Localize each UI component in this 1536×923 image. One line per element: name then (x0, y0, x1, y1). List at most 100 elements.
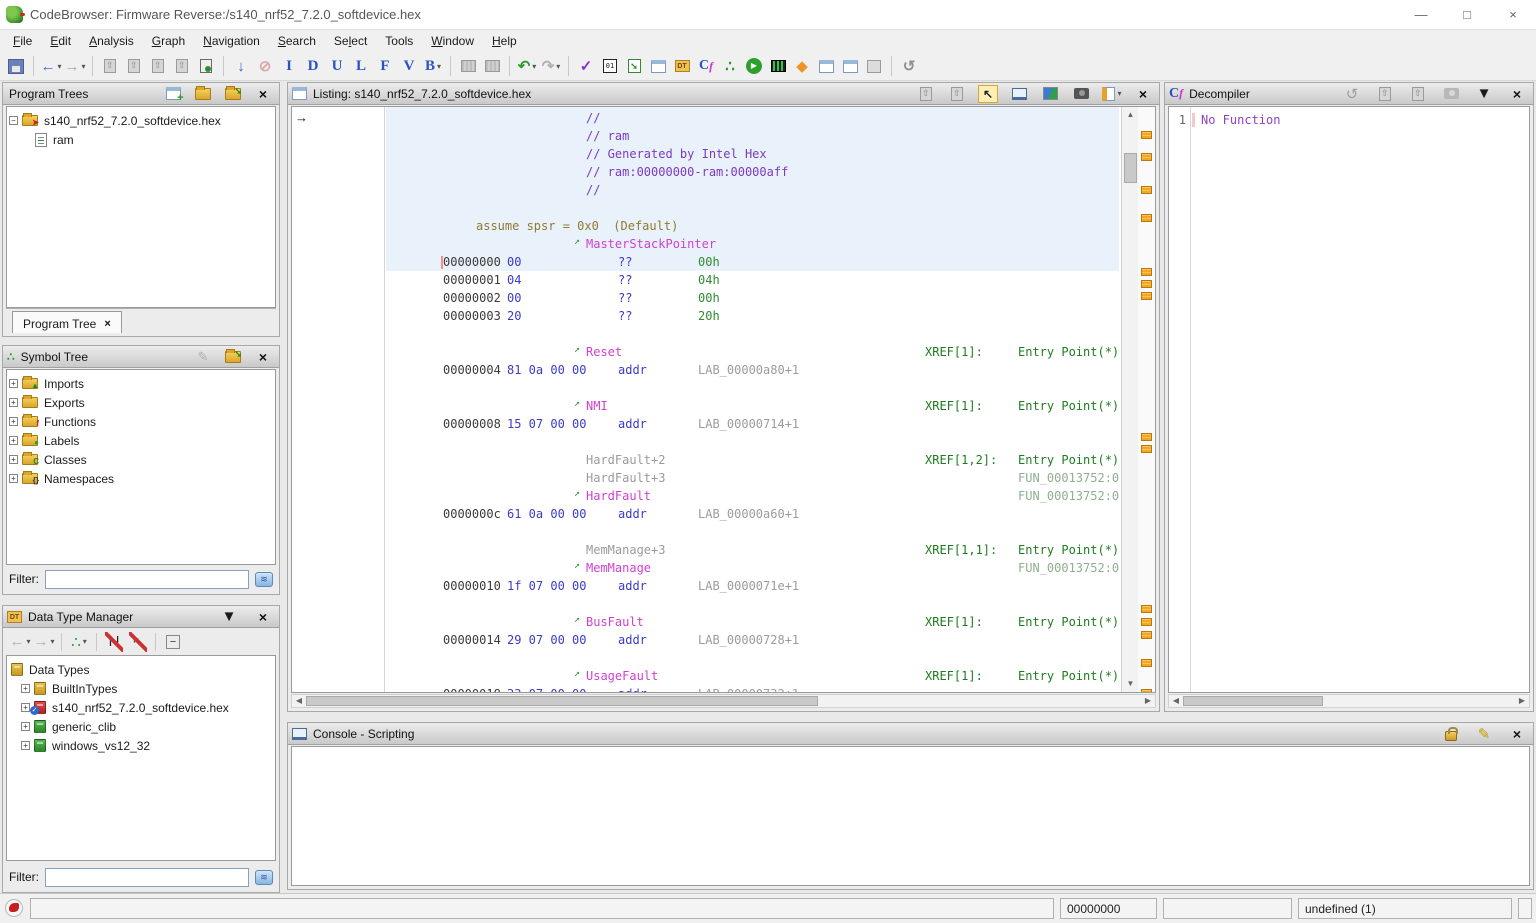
listing-content[interactable]: //// ram// Generated by Intel Hex// ram:… (386, 107, 1119, 692)
letter-f-icon[interactable]: F (374, 54, 396, 78)
listing-line[interactable]: 0000000c61 0a 00 00addrLAB_00000a60+1 (386, 505, 1119, 523)
filter-arrays-icon[interactable]: N (103, 630, 125, 654)
close-icon[interactable]: × (1506, 722, 1528, 746)
decompiler-header[interactable]: Cf Decompiler ↺▼× (1165, 83, 1533, 105)
listing-line[interactable] (386, 433, 1119, 451)
scroll-thumb[interactable] (306, 696, 818, 706)
dtm-archive-s140_nrf52_7.2.0_softdevice.hex[interactable]: +✓s140_nrf52_7.2.0_softdevice.hex (9, 698, 273, 717)
export-program-icon[interactable]: ➘ (623, 54, 645, 78)
listing-line[interactable]: ↗HardFaultFUN_00013752:0001 (386, 487, 1119, 505)
symbol-tree-item-classes[interactable]: +CClasses (9, 450, 273, 469)
memory-usage-icon[interactable] (5, 899, 23, 917)
letter-v-icon[interactable]: V (398, 54, 420, 78)
letter-i-icon[interactable]: I (278, 54, 300, 78)
listing-line[interactable]: ↗BusFaultXREF[1]:Entry Point(*) (386, 613, 1119, 631)
bookmark-marker-strip[interactable] (1138, 107, 1155, 692)
refresh-view-icon[interactable]: ↺ (898, 54, 920, 78)
symbol-filter-input[interactable] (45, 570, 249, 589)
close-icon[interactable]: × (252, 605, 274, 629)
forward-icon[interactable]: →▾ (64, 54, 86, 78)
close-icon[interactable]: × (1506, 82, 1528, 106)
back-icon[interactable]: ←▾ (9, 630, 31, 654)
menu-search[interactable]: Search (269, 32, 325, 50)
equates-table-icon[interactable] (647, 54, 669, 78)
letter-b-icon[interactable]: B▾ (422, 54, 444, 78)
listing-horizontal-scrollbar[interactable]: ◀ ▶ (291, 694, 1156, 708)
listing-line[interactable]: 0000000000??00h (386, 253, 1119, 271)
listing-line[interactable]: 0000001429 07 00 00addrLAB_00000728+1 (386, 631, 1119, 649)
listing-body[interactable]: → //// ram// Generated by Intel Hex// ra… (291, 106, 1156, 693)
minimize-button[interactable]: — (1398, 0, 1444, 29)
nav-in-block-icon[interactable] (171, 54, 193, 78)
listing-line[interactable]: // (386, 181, 1119, 199)
letter-d-icon[interactable]: D (302, 54, 324, 78)
listing-line[interactable] (386, 595, 1119, 613)
binary-view-icon[interactable]: 01 (599, 54, 621, 78)
listing-line[interactable]: HardFault+3FUN_00013752:0001 (386, 469, 1119, 487)
scroll-left-icon[interactable]: ◀ (292, 695, 306, 707)
close-icon[interactable]: × (252, 345, 274, 369)
listing-line[interactable] (386, 523, 1119, 541)
snapshot-icon[interactable] (1070, 82, 1092, 106)
scroll-up-icon[interactable]: ▲ (1122, 107, 1139, 123)
symbol-tree-item-functions[interactable]: +fFunctions (9, 412, 273, 431)
forward-icon[interactable]: →▾ (33, 630, 55, 654)
bookmark-note-icon[interactable] (1141, 433, 1152, 441)
menu-file[interactable]: File (4, 32, 41, 50)
export-icon[interactable] (1407, 82, 1429, 106)
symbol-tree-item-namespaces[interactable]: +{}Namespaces (9, 469, 273, 488)
cursor-location-icon[interactable]: ↖ (977, 82, 999, 106)
symbol-tree-header[interactable]: ∴ Symbol Tree ✎× (3, 346, 279, 368)
listing-line[interactable]: // ram (386, 127, 1119, 145)
scroll-left-icon[interactable]: ◀ (1169, 695, 1183, 707)
data-type-manager-icon[interactable]: DT (671, 54, 693, 78)
filter-pointers-icon[interactable]: ↖ (127, 630, 149, 654)
program-tree-root[interactable]: − ➤ s140_nrf52_7.2.0_softdevice.hex (9, 111, 273, 130)
navigation-screen-icon[interactable] (1008, 82, 1030, 106)
bookmark-note-icon[interactable] (1141, 153, 1152, 161)
listing-line[interactable]: 0000000815 07 00 00addrLAB_00000714+1 (386, 415, 1119, 433)
bookmark-note-icon[interactable] (1141, 605, 1152, 613)
dtm-archive-windows_vs12_32[interactable]: +windows_vs12_32 (9, 736, 273, 755)
listing-line[interactable] (386, 325, 1119, 343)
listing-line[interactable]: MemManage+3XREF[1,1]:Entry Point(*), (386, 541, 1119, 559)
snapshot-icon[interactable] (1440, 82, 1462, 106)
close-button[interactable]: × (1490, 0, 1536, 29)
paste-icon[interactable] (946, 82, 968, 106)
close-icon[interactable]: × (1132, 82, 1154, 106)
menu-graph[interactable]: Graph (143, 32, 194, 50)
listing-line[interactable]: 0000000104??04h (386, 271, 1119, 289)
listing-line[interactable]: 0000001833 07 00 00addrLAB_00000732+1 (386, 685, 1119, 692)
copy-icon[interactable] (915, 82, 937, 106)
bookmark-note-icon[interactable] (1141, 659, 1152, 667)
listing-line[interactable] (386, 649, 1119, 667)
letter-u-icon[interactable]: U (326, 54, 348, 78)
tab-close-icon[interactable]: × (104, 318, 110, 330)
copy-icon[interactable] (1374, 82, 1396, 106)
maximize-button[interactable]: □ (1444, 0, 1490, 29)
listing-line[interactable]: 0000000481 0a 00 00addrLAB_00000a80+1 (386, 361, 1119, 379)
program-tree-tab[interactable]: Program Tree × (12, 311, 122, 333)
menu-window[interactable]: Window (422, 32, 483, 50)
bookmark-note-icon[interactable] (1141, 292, 1152, 300)
program-tree-fragment[interactable]: ram (9, 130, 273, 149)
scroll-thumb[interactable] (1124, 153, 1137, 183)
function-graph-icon[interactable]: ∴ (719, 54, 741, 78)
save-icon[interactable] (5, 54, 27, 78)
nav-out-function-icon[interactable] (99, 54, 121, 78)
console-header[interactable]: Console - Scripting ✎× (288, 723, 1533, 745)
listing-line[interactable]: 000000101f 07 00 00addrLAB_0000071e+1 (386, 577, 1119, 595)
diff-view-icon[interactable] (1039, 82, 1061, 106)
go-to-icon[interactable]: ↓ (230, 54, 252, 78)
listing-line[interactable]: // ram:00000000-ram:00000aff (386, 163, 1119, 181)
redo-icon[interactable]: ↷▾ (540, 54, 562, 78)
nav-in-function-icon[interactable] (123, 54, 145, 78)
listing-line[interactable]: HardFault+2XREF[1,2]:Entry Point(*), (386, 451, 1119, 469)
decompiler-body[interactable]: 1 No Function (1168, 106, 1530, 693)
filter-options-icon[interactable]: ≋ (255, 870, 273, 885)
associations-icon[interactable]: ∴▾ (68, 630, 90, 654)
scroll-thumb[interactable] (1183, 696, 1323, 706)
memory-delete-icon[interactable] (481, 54, 503, 78)
listing-line[interactable]: ↗NMIXREF[1]:Entry Point(*) (386, 397, 1119, 415)
bookmark-note-icon[interactable] (1141, 445, 1152, 453)
